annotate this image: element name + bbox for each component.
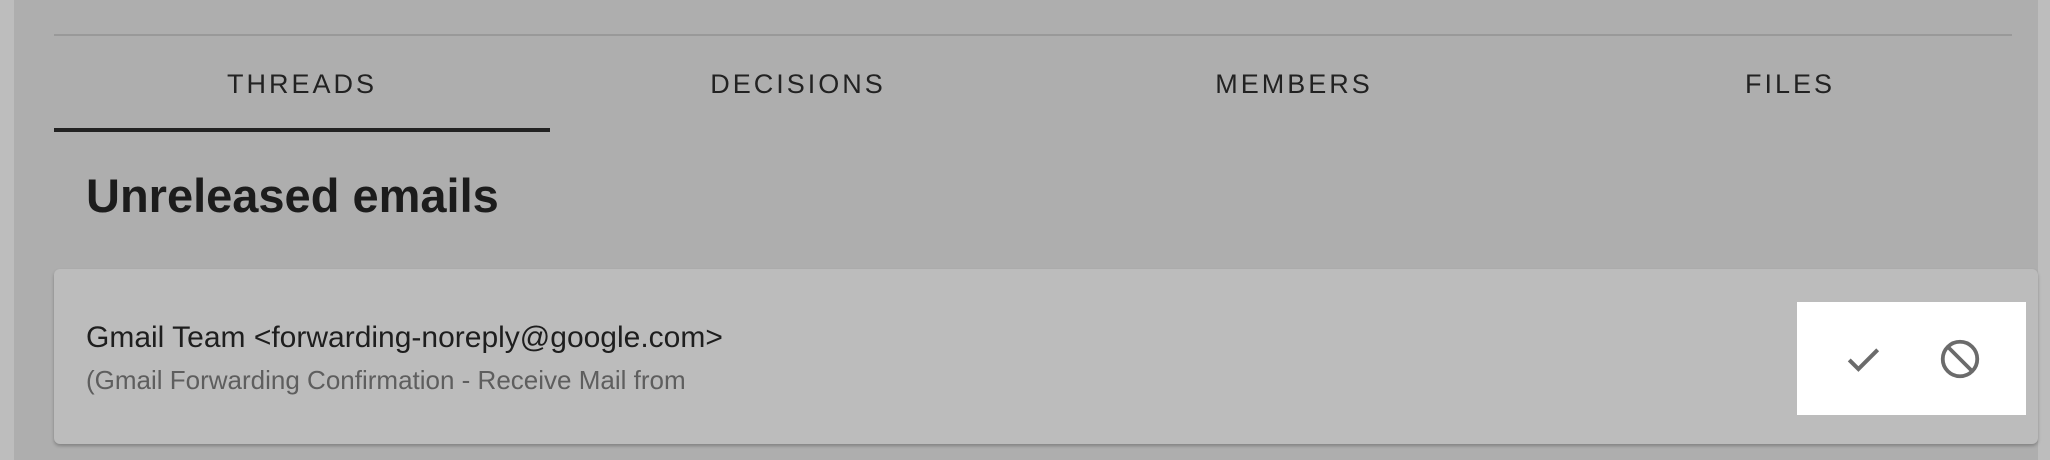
tab-bar: THREADS DECISIONS MEMBERS FILES bbox=[54, 36, 2038, 132]
email-actions bbox=[1797, 302, 2026, 415]
tab-files[interactable]: FILES bbox=[1542, 36, 2038, 132]
tab-threads[interactable]: THREADS bbox=[54, 36, 550, 132]
tab-decisions[interactable]: DECISIONS bbox=[550, 36, 1046, 132]
check-icon bbox=[1848, 347, 1880, 372]
tab-members[interactable]: MEMBERS bbox=[1046, 36, 1542, 132]
approve-button[interactable] bbox=[1833, 329, 1893, 389]
section-title: Unreleased emails bbox=[86, 169, 499, 222]
email-subject: (Gmail Forwarding Confirmation - Receive… bbox=[86, 365, 686, 395]
email-sender: Gmail Team <forwarding-noreply@google.co… bbox=[86, 321, 723, 354]
email-card: Gmail Team <forwarding-noreply@google.co… bbox=[54, 269, 2038, 444]
block-icon bbox=[1940, 339, 1979, 378]
reject-button[interactable] bbox=[1930, 329, 1990, 389]
page-frame: THREADS DECISIONS MEMBERS FILES Unreleas… bbox=[0, 0, 2050, 460]
